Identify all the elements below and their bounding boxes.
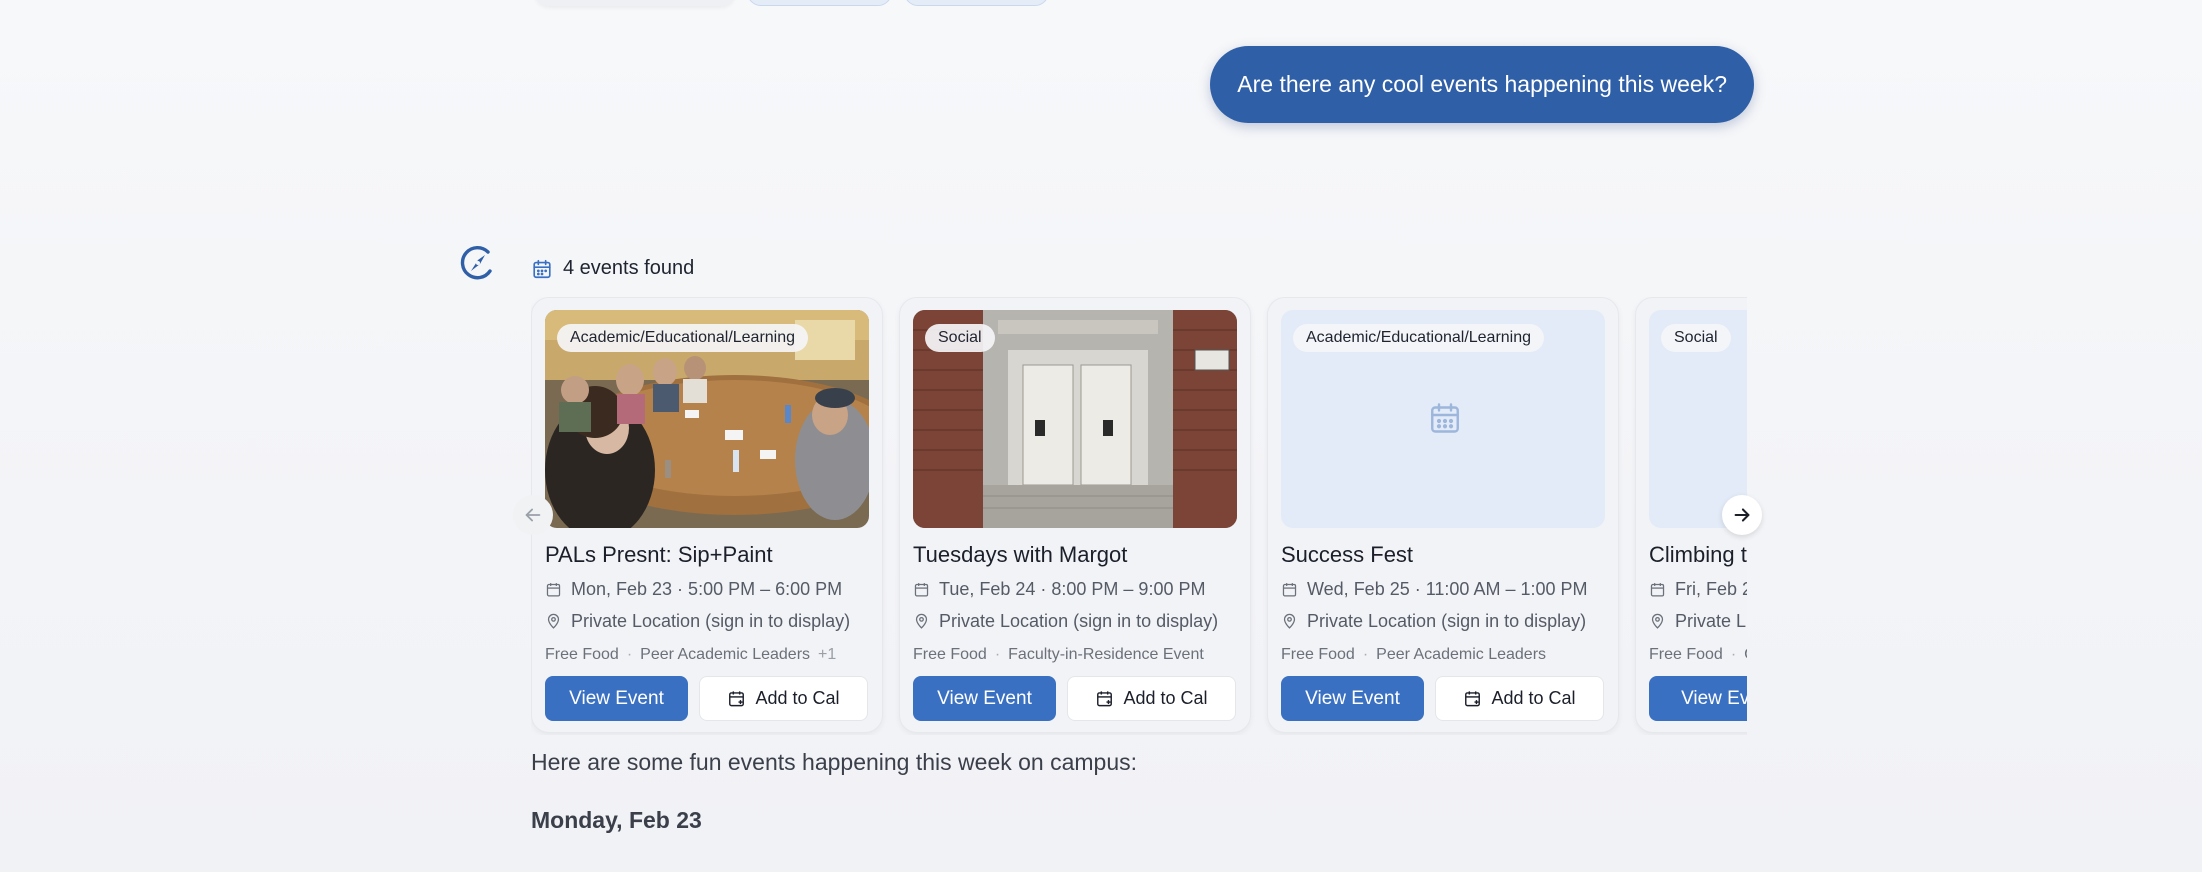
event-tag: Free Food [1649, 646, 1723, 663]
calendar-icon [546, 583, 561, 597]
events-carousel: Academic/Educational/Learning PALs Presn… [531, 297, 1747, 735]
calendar-icon [1282, 583, 1297, 597]
view-event-button[interactable]: View Event [1281, 676, 1424, 721]
event-location: Private Location (sign in to display) [545, 611, 869, 632]
add-to-calendar-label: Add to Cal [1491, 688, 1576, 708]
event-image-placeholder: Social [1649, 310, 1747, 528]
event-tag: Peer Academic Leaders [1376, 646, 1547, 663]
event-card[interactable]: Social Tuesdays with Margot Tue, Feb 24 … [899, 297, 1251, 733]
category-tag: Social [1661, 324, 1731, 352]
event-datetime: Wed, Feb 25 · 11:00 AM – 1:00 PM [1281, 579, 1605, 600]
map-pin-icon [1283, 613, 1296, 629]
calendar-plus-icon [1097, 691, 1113, 707]
event-tag: Free Food [913, 646, 987, 663]
event-card[interactable]: Academic/Educational/Learning Success Fe… [1267, 297, 1619, 733]
events-found-header: 4 events found [531, 257, 694, 280]
event-actions: View Event Add to Cal [913, 676, 1236, 721]
event-datetime: Tue, Feb 24 · 8:00 PM – 9:00 PM [913, 579, 1237, 600]
suggestion-chips [535, 0, 1049, 6]
event-title: Tuesdays with Margot [913, 542, 1128, 567]
more-tags-count: +1 [818, 646, 837, 663]
event-location-text: Private Location (sign in to display) [939, 611, 1219, 631]
add-to-calendar-button[interactable]: Add to Cal [1067, 676, 1236, 721]
tag-separator: · [1362, 646, 1369, 663]
calendar-icon [533, 259, 551, 278]
event-location: Private Location (sign in to display) [1281, 611, 1605, 632]
event-location-text: Private Location (sign in to display) [571, 611, 851, 631]
event-location: Private L [1649, 611, 1747, 632]
event-tags: Free Food · Faculty-in-Residence Event [913, 646, 1237, 664]
carousel-prev-button[interactable] [513, 495, 553, 535]
event-datetime: Fri, Feb 2 [1649, 579, 1747, 600]
view-event-button[interactable]: View Event [545, 676, 688, 721]
event-tag: Faculty-in-Residence Event [1008, 646, 1204, 663]
add-to-calendar-label: Add to Cal [755, 688, 840, 708]
event-image-placeholder: Academic/Educational/Learning [1281, 310, 1605, 528]
event-tag: Peer Academic Leaders [640, 646, 811, 663]
event-actions: View Eve [1649, 676, 1747, 721]
view-event-button[interactable]: View Event [913, 676, 1056, 721]
event-datetime: Mon, Feb 23 · 5:00 PM – 6:00 PM [545, 579, 869, 600]
map-pin-icon [915, 613, 928, 629]
event-datetime-text: Fri, Feb 2 [1675, 579, 1747, 599]
add-to-calendar-button[interactable]: Add to Cal [699, 676, 868, 721]
map-pin-icon [1651, 613, 1664, 629]
category-tag: Academic/Educational/Learning [557, 324, 809, 352]
carousel-track: Academic/Educational/Learning PALs Presn… [531, 297, 1747, 733]
suggestion-chip[interactable] [747, 0, 892, 6]
event-title: PALs Presnt: Sip+Paint [545, 542, 773, 567]
event-title: Success Fest [1281, 542, 1414, 567]
event-tags: Free Food · Peer Academic Leaders +1 [545, 646, 869, 664]
event-image: Academic/Educational/Learning [545, 310, 869, 528]
event-location: Private Location (sign in to display) [913, 611, 1237, 632]
events-found-label: 4 events found [563, 257, 695, 279]
suggestion-chip[interactable] [535, 0, 735, 6]
tag-separator: · [994, 646, 1001, 663]
arrow-right-icon [1734, 508, 1750, 522]
event-tag: Free Food [545, 646, 619, 663]
event-datetime-text: Wed, Feb 25 · 11:00 AM – 1:00 PM [1307, 579, 1588, 599]
event-card[interactable]: Academic/Educational/Learning PALs Presn… [531, 297, 883, 733]
event-datetime-text: Mon, Feb 23 · 5:00 PM – 6:00 PM [571, 579, 843, 599]
event-datetime-text: Tue, Feb 24 · 8:00 PM – 9:00 PM [939, 579, 1206, 599]
event-tag: C [1744, 646, 1747, 664]
assistant-compass-icon [460, 246, 492, 280]
add-to-calendar-button[interactable]: Add to Cal [1435, 676, 1604, 721]
add-to-calendar-label: Add to Cal [1123, 688, 1208, 708]
suggestion-chip[interactable] [904, 0, 1049, 6]
calendar-icon [1431, 403, 1459, 433]
event-title: Climbing t [1649, 542, 1747, 567]
tag-separator: · [626, 646, 633, 663]
event-actions: View Event Add to Cal [1281, 676, 1604, 721]
event-tags: Free Food · Peer Academic Leaders [1281, 646, 1605, 664]
user-message-bubble: Are there any cool events happening this… [1210, 46, 1754, 123]
calendar-icon [1650, 583, 1665, 597]
category-tag: Social [925, 324, 995, 352]
map-pin-icon [547, 613, 560, 629]
event-location-text: Private Location (sign in to display) [1307, 611, 1587, 631]
event-actions: View Event Add to Cal [545, 676, 868, 721]
carousel-next-button[interactable] [1722, 495, 1762, 535]
event-tag: Free Food [1281, 646, 1355, 663]
assistant-response-intro: Here are some fun events happening this … [531, 749, 1138, 775]
day-heading: Monday, Feb 23 [531, 807, 702, 833]
arrow-left-icon [525, 508, 541, 522]
event-image: Social [913, 310, 1237, 528]
calendar-icon [914, 583, 929, 597]
event-tags: Free Food · C [1649, 646, 1747, 664]
calendar-plus-icon [1465, 691, 1481, 707]
event-location-text: Private L [1675, 611, 1747, 631]
category-tag: Academic/Educational/Learning [1293, 324, 1545, 352]
calendar-plus-icon [729, 691, 745, 707]
view-event-button[interactable]: View Eve [1649, 676, 1747, 721]
tag-separator: · [1730, 646, 1737, 663]
